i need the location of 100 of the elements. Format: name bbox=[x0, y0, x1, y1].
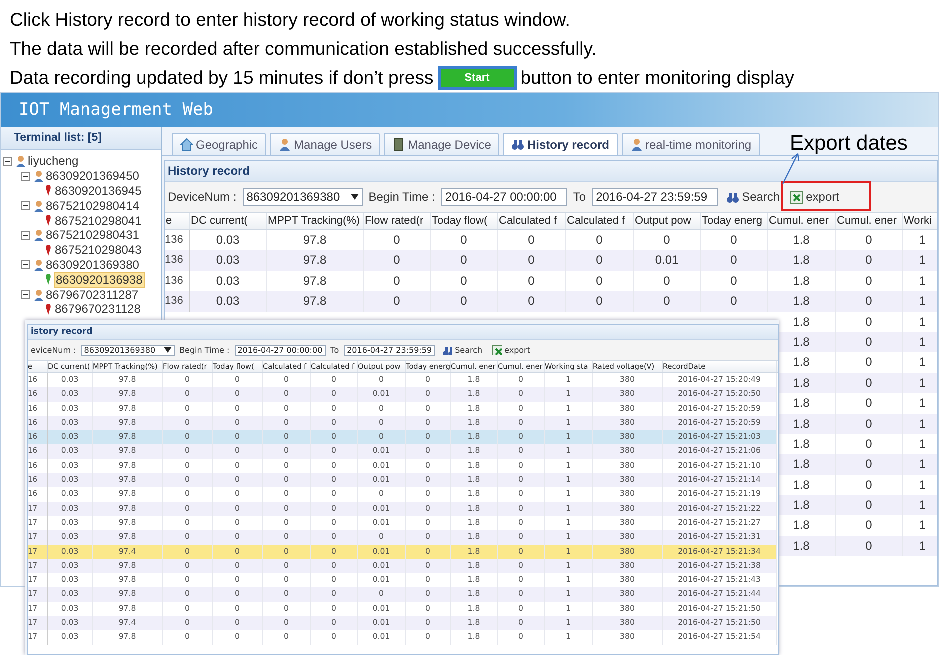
begin-time-field[interactable]: 2016-04-27 00:00:00 bbox=[441, 188, 568, 206]
column-header: Output pow bbox=[634, 213, 701, 229]
column-header: MPPT Tracking(%) bbox=[267, 213, 364, 229]
tab[interactable]: Manage Users bbox=[270, 133, 380, 155]
table-cell: 0 bbox=[431, 250, 498, 271]
table-cell: 1 bbox=[903, 414, 937, 434]
table-cell: 0 bbox=[836, 454, 903, 475]
table-cell: 1 bbox=[903, 291, 937, 312]
person-icon bbox=[32, 258, 44, 271]
panel-title: istory record bbox=[28, 325, 778, 340]
person-icon bbox=[278, 138, 292, 151]
tree-item[interactable]: liyucheng bbox=[28, 154, 79, 168]
caret-icon bbox=[164, 347, 172, 353]
column-header: Cumul. ener bbox=[836, 213, 903, 229]
table-cell: 1 bbox=[903, 250, 937, 271]
tree-item[interactable]: 8675210298041 bbox=[54, 214, 143, 228]
tree-item[interactable]: 8679670231128 bbox=[54, 302, 142, 316]
field-label: Begin Time : bbox=[180, 346, 230, 354]
sidebar-header: Terminal list: [5] bbox=[1, 127, 161, 150]
column-header: Calculated f bbox=[498, 213, 566, 229]
device-icon bbox=[392, 138, 406, 151]
table-cell: 0 bbox=[836, 414, 903, 434]
table-cell: 136 bbox=[165, 291, 190, 312]
app-title: IOT Managerment Web bbox=[19, 100, 214, 120]
table-cell: 0 bbox=[836, 495, 903, 516]
column-header: Worki bbox=[903, 213, 937, 229]
device-dropdown[interactable]: 86309201369380 bbox=[81, 344, 175, 356]
column-header: Today flow( bbox=[431, 213, 498, 229]
table-cell: 0.01 bbox=[634, 250, 701, 271]
tree-item[interactable]: 8630920136938 bbox=[54, 272, 145, 288]
table-cell: 0 bbox=[836, 536, 903, 556]
instruction-text: The data will be recorded after communication established successfully. bbox=[10, 36, 598, 61]
table-cell: 0 bbox=[431, 291, 498, 312]
export-button[interactable]: export bbox=[788, 190, 842, 204]
search-button[interactable]: Search bbox=[440, 345, 485, 355]
table-cell: 1.8 bbox=[768, 250, 836, 271]
table-cell: 0 bbox=[498, 291, 566, 312]
column-header: Cumul. ener bbox=[768, 213, 836, 229]
table-cell: 1.8 bbox=[768, 291, 836, 312]
field-label: DeviceNum : bbox=[168, 190, 237, 204]
annotation-arrow bbox=[782, 153, 800, 184]
table-cell: 136 bbox=[165, 250, 190, 271]
begin-time-field[interactable]: 2016-04-27 00:00:00 bbox=[234, 344, 326, 356]
column-header: Flow rated(r bbox=[364, 213, 431, 229]
person-icon bbox=[32, 200, 44, 212]
tab[interactable]: Geographic bbox=[172, 133, 266, 155]
pin-icon bbox=[45, 244, 52, 257]
table-cell: 0 bbox=[364, 291, 431, 312]
instruction-text: button to enter monitoring display bbox=[520, 66, 794, 88]
pin-icon bbox=[45, 214, 52, 228]
device-dropdown[interactable]: 86309201369380 bbox=[242, 188, 363, 206]
tab[interactable]: real-time monitoring bbox=[622, 133, 760, 155]
table-cell: 1 bbox=[903, 454, 937, 475]
table-cell: 0 bbox=[701, 250, 768, 271]
column-header: e bbox=[165, 213, 190, 229]
table-cell: 0 bbox=[364, 250, 431, 271]
tree-item[interactable]: 86309201369450 bbox=[46, 169, 140, 184]
person-icon bbox=[32, 229, 44, 242]
column-header: Calculated f bbox=[566, 213, 634, 229]
tree-item[interactable]: 86752102980414 bbox=[46, 198, 140, 213]
table-cell: 0 bbox=[836, 332, 903, 352]
instruction-text: Click History record to enter history record of working status window. bbox=[10, 8, 572, 32]
table-cell: 1 bbox=[903, 332, 937, 352]
annotation-text: Export dates bbox=[790, 132, 908, 156]
tree-item[interactable]: 86309201369380 bbox=[46, 258, 140, 272]
search-button[interactable]: Search bbox=[724, 190, 782, 204]
binoculars-icon bbox=[726, 190, 740, 204]
table-cell: 0 bbox=[498, 250, 566, 271]
table-cell: 1 bbox=[903, 495, 937, 516]
tree-item[interactable]: 8675210298043 bbox=[54, 243, 143, 258]
table-cell: 0 bbox=[836, 250, 903, 271]
person-icon bbox=[14, 155, 26, 168]
pin-icon bbox=[45, 184, 52, 198]
tree-item[interactable]: 8630920136945 bbox=[54, 184, 143, 198]
field-label: Begin Time : bbox=[368, 190, 436, 204]
tab[interactable]: History record bbox=[503, 133, 618, 155]
spreadsheet-icon bbox=[492, 345, 502, 355]
table-cell: 0.03 bbox=[190, 250, 267, 271]
person-icon bbox=[32, 288, 44, 301]
instruction-text: Data recording updated by 15 minutes if don’t press bbox=[10, 66, 434, 88]
binoculars-icon bbox=[511, 138, 524, 151]
field-label: eviceNum : bbox=[31, 346, 76, 354]
table-cell: 1 bbox=[903, 536, 937, 556]
person-icon bbox=[630, 138, 643, 151]
tree-item[interactable]: 86796702311287 bbox=[46, 288, 139, 302]
column-header: Today energ bbox=[701, 213, 768, 229]
pin-icon bbox=[45, 273, 52, 286]
spreadsheet-icon bbox=[790, 190, 804, 204]
export-button[interactable]: export bbox=[490, 345, 532, 355]
tree-item[interactable]: 86752102980431 bbox=[46, 228, 140, 242]
tab[interactable]: Manage Device bbox=[384, 133, 500, 155]
table-cell: 0 bbox=[836, 372, 903, 394]
end-time-field[interactable]: 2016-04-27 23:59:59 bbox=[344, 344, 436, 356]
table-cell: 0 bbox=[836, 291, 903, 312]
table-cell: 0.03 bbox=[190, 291, 267, 312]
binoculars-icon bbox=[442, 345, 452, 355]
person-icon bbox=[32, 170, 44, 182]
panel-title: History record bbox=[165, 161, 937, 182]
end-time-field[interactable]: 2016-04-27 23:59:59 bbox=[592, 188, 718, 206]
field-label: To bbox=[573, 190, 586, 204]
